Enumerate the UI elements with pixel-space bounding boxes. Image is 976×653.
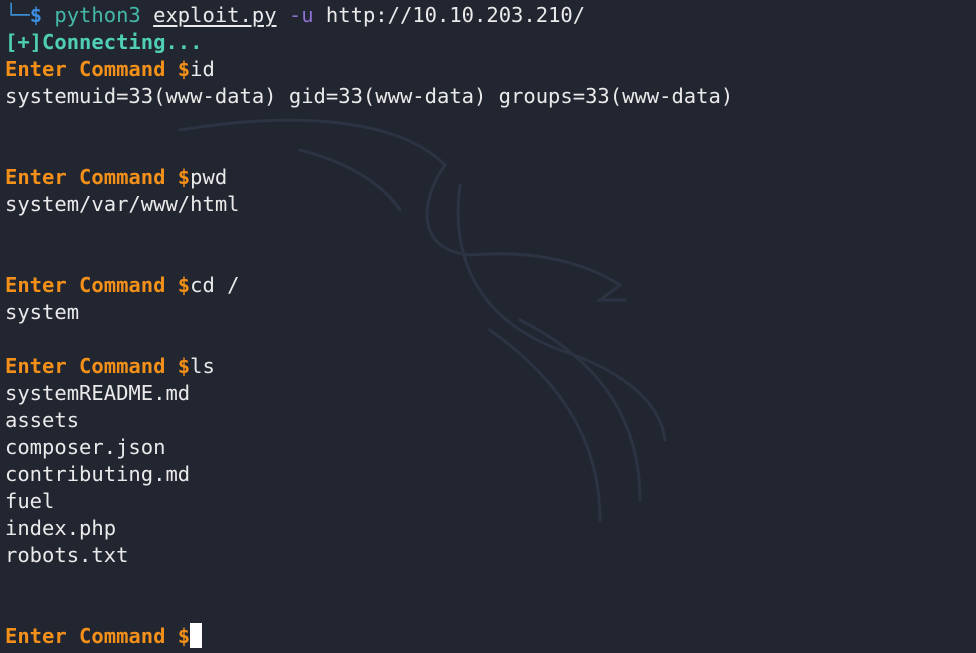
enter-command-prompt: Enter Command $ — [5, 624, 191, 648]
ls-output-line: robots.txt — [5, 543, 129, 567]
command-line-ls: Enter Command $ls — [5, 353, 215, 380]
command-flag: -u — [288, 3, 314, 27]
ls-output-line: composer.json — [5, 435, 166, 459]
target-url: http://10.10.203.210/ — [325, 3, 586, 27]
output-id: systemuid=33(www-data) gid=33(www-data) … — [5, 84, 734, 108]
enter-command-prompt: Enter Command $ — [5, 273, 191, 297]
terminal-window[interactable]: └─$ python3 exploit.py -u http://10.10.2… — [0, 0, 976, 653]
typed-command: cd / — [190, 273, 240, 297]
ls-output-line: assets — [5, 408, 80, 432]
prompt-corner-glyph: └─ — [5, 3, 30, 27]
ls-output-line: contributing.md — [5, 462, 191, 486]
command-line-pwd: Enter Command $pwd — [5, 164, 227, 191]
typed-command: id — [190, 57, 215, 81]
command-line-id: Enter Command $id — [5, 56, 215, 83]
ls-output-line: systemREADME.md — [5, 381, 191, 405]
ls-output-line: fuel — [5, 489, 55, 513]
connecting-status: [+]Connecting... — [5, 30, 203, 54]
output-pwd: system/var/www/html — [5, 192, 240, 216]
output-cd: system — [5, 300, 80, 324]
typed-command: ls — [190, 354, 215, 378]
enter-command-prompt: Enter Command $ — [5, 57, 191, 81]
prompt-dollar: $ — [29, 3, 43, 27]
command-program: python3 — [54, 3, 141, 27]
ls-output-line: index.php — [5, 516, 117, 540]
enter-command-prompt: Enter Command $ — [5, 165, 191, 189]
shell-prompt-line: └─$ python3 exploit.py -u http://10.10.2… — [5, 2, 585, 29]
active-command-line[interactable]: Enter Command $ — [5, 623, 203, 650]
typed-command: pwd — [190, 165, 228, 189]
script-filename: exploit.py — [153, 3, 277, 27]
block-cursor-icon[interactable] — [190, 623, 203, 648]
command-line-cd: Enter Command $cd / — [5, 272, 240, 299]
enter-command-prompt: Enter Command $ — [5, 354, 191, 378]
